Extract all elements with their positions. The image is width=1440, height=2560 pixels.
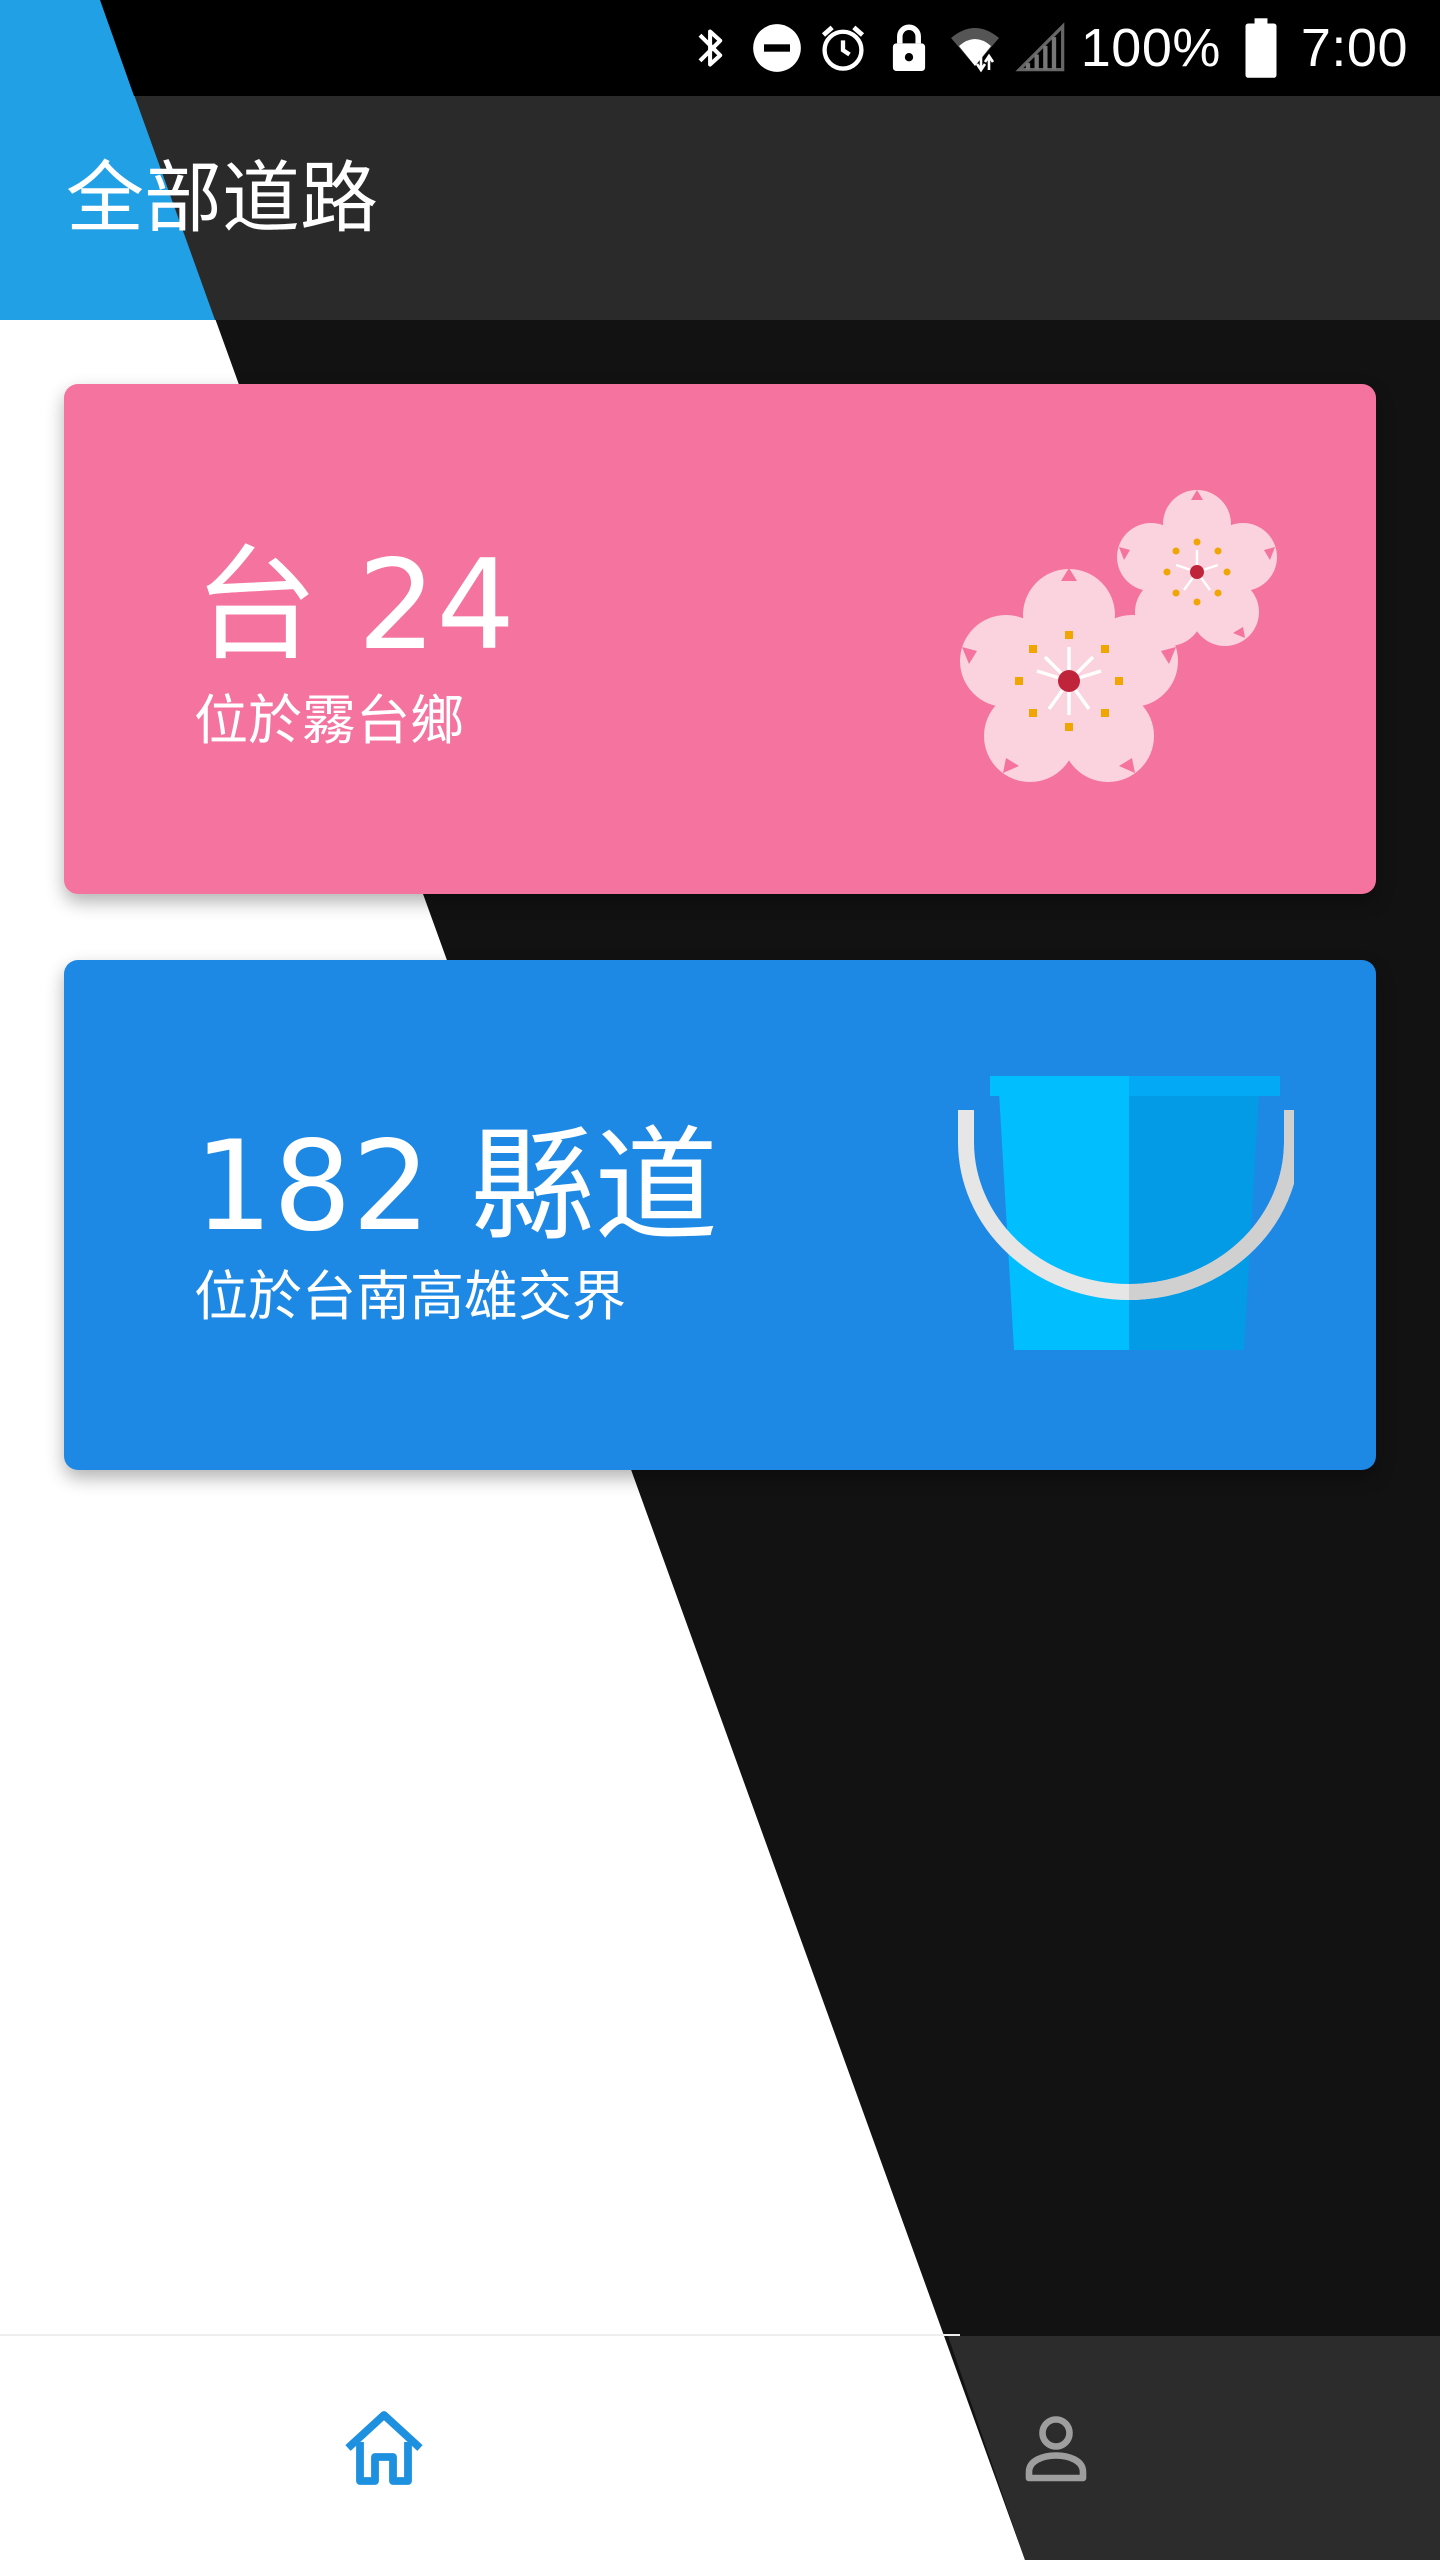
do-not-disturb-icon bbox=[751, 22, 803, 74]
nav-home-button[interactable] bbox=[24, 2336, 744, 2560]
page-title: 全部道路 bbox=[66, 154, 379, 244]
road-card-182[interactable]: 182 縣道 位於台南高雄交界 bbox=[64, 960, 1376, 1470]
alarm-icon bbox=[817, 22, 869, 74]
battery-icon bbox=[1235, 18, 1287, 78]
cell-signal-icon bbox=[1015, 22, 1067, 74]
bucket-icon bbox=[958, 1076, 1294, 1350]
road-title: 台 24 bbox=[194, 534, 516, 678]
status-bar: 100% 7:00 bbox=[0, 0, 1440, 96]
nav-profile-button[interactable] bbox=[696, 2336, 1416, 2560]
road-card-tai24[interactable]: 台 24 位於霧台鄉 bbox=[64, 384, 1376, 894]
clock: 7:00 bbox=[1300, 18, 1408, 78]
road-location: 位於霧台鄉 bbox=[194, 689, 464, 752]
lock-icon bbox=[883, 22, 935, 74]
wifi-icon bbox=[949, 22, 1001, 74]
road-title: 182 縣道 bbox=[194, 1115, 719, 1259]
cherry-blossom-icon bbox=[960, 490, 1277, 782]
bluetooth-icon bbox=[685, 22, 737, 74]
battery-percent: 100% bbox=[1080, 18, 1221, 78]
road-location: 位於台南高雄交界 bbox=[194, 1265, 626, 1328]
home-icon bbox=[345, 2411, 423, 2485]
person-icon bbox=[1025, 2416, 1087, 2482]
